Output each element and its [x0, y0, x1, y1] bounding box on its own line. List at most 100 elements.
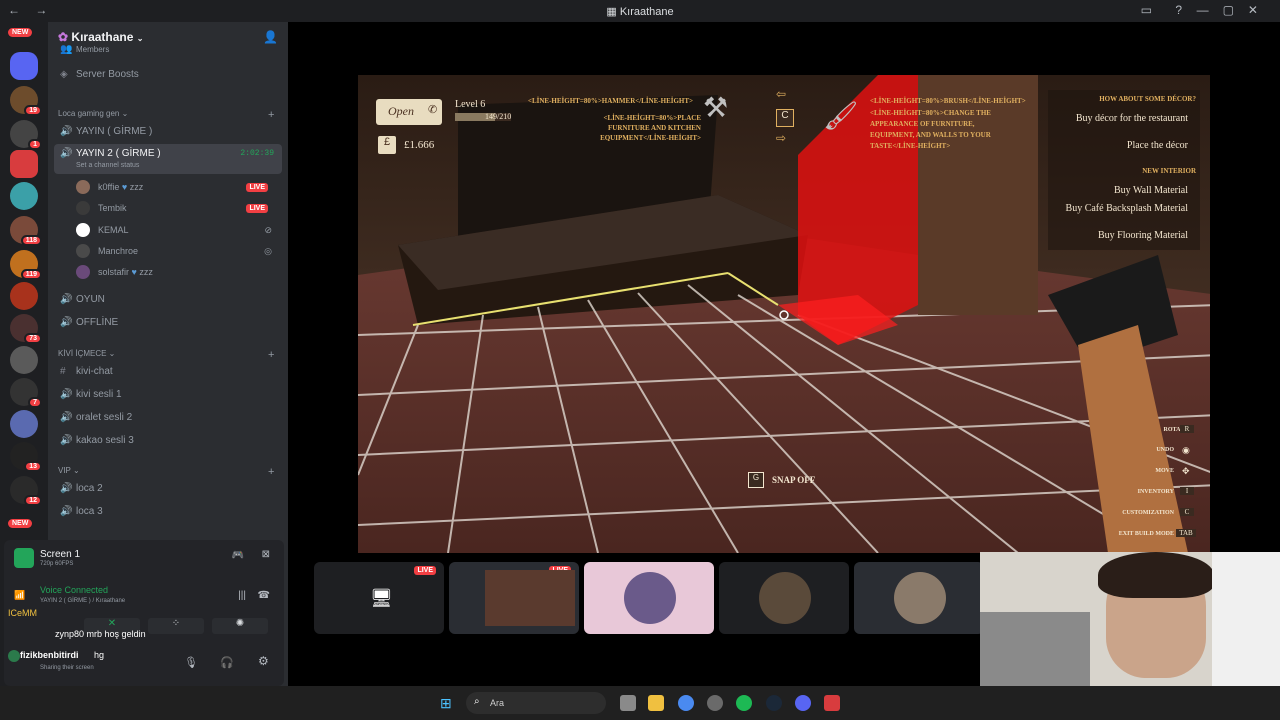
noise-suppression-icon[interactable]: ||| [238, 590, 246, 601]
add-channel-icon[interactable]: + [268, 109, 274, 121]
title-bar: ← → ▦ Kıraathane ▭ ? —▢✕ [0, 0, 1280, 22]
channel-offline[interactable]: 🔊 OFFLİNE [54, 312, 282, 332]
channel-oyun[interactable]: 🔊 OYUN [54, 289, 282, 309]
inbox-help-icons[interactable]: ▭ ? [1141, 3, 1192, 17]
currency-icon: £ [378, 136, 396, 154]
spotify-icon[interactable] [736, 695, 752, 711]
server-icon[interactable] [10, 52, 38, 80]
taskbar-search[interactable]: ⌕ Ara [466, 692, 606, 714]
microphone-icon[interactable]: 🎙 [184, 656, 198, 669]
disconnect-icon[interactable]: ☎ [258, 590, 270, 601]
mention-badge: 1 [28, 139, 42, 150]
task-view-icon[interactable] [620, 695, 636, 711]
channel-server-boosts[interactable]: ◈ Server Boosts [54, 64, 282, 84]
live-badge: LIVE [414, 566, 436, 575]
channel-label: oralet sesli 2 [76, 411, 133, 423]
screen-share-quality: 720p 60FPS [40, 561, 74, 567]
voice-user[interactable]: k0ffie ♥ zzz LIVE [76, 177, 282, 197]
app-icon[interactable] [707, 695, 723, 711]
brush-tooltip-title: <LİNE-HEİGHT=80%>BRUSH</LİNE-HEİGHT> [870, 97, 1026, 105]
user-name: solstafir [98, 267, 130, 277]
discord-icon[interactable] [795, 695, 811, 711]
server-icon[interactable] [10, 150, 38, 178]
server-icon[interactable]: 19 [10, 86, 42, 116]
channel-yayin[interactable]: 🔊 YAYIN ( GİRME ) [54, 121, 282, 141]
participant-tile[interactable] [719, 562, 849, 634]
speaker-icon: 🔊 [60, 482, 73, 494]
steam-icon[interactable] [766, 695, 782, 711]
server-icon[interactable]: 73 [10, 314, 42, 344]
category-vip[interactable]: VIP ⌄ + [58, 466, 274, 478]
open-sign[interactable]: Open ✆ [376, 99, 442, 125]
effects-button[interactable]: ✺ [212, 618, 268, 634]
stop-stream-icon[interactable]: ⊠ [262, 549, 270, 560]
add-channel-icon[interactable]: + [268, 349, 274, 361]
hammer-icon[interactable]: ⚒ [703, 91, 728, 125]
category-kivi[interactable]: KİVİ İÇMECE ⌄ + [58, 349, 274, 361]
speaker-icon: 🔊 [60, 411, 73, 423]
invite-icon[interactable]: 👤 [263, 30, 278, 44]
server-icon[interactable] [10, 182, 38, 210]
channel-loca-2[interactable]: 🔊 loca 2 [54, 478, 282, 498]
server-icon[interactable]: 13 [10, 442, 42, 472]
hashtag-icon: # [60, 365, 66, 377]
speaker-icon: 🔊 [60, 388, 73, 400]
window-controls[interactable]: —▢✕ [1197, 3, 1272, 17]
channel-label: YAYIN ( GİRME ) [76, 125, 153, 137]
brush-icon[interactable]: 🖌 [823, 99, 859, 133]
channel-loca-3[interactable]: 🔊 loca 3 [54, 501, 282, 521]
server-icon[interactable]: 1 [10, 120, 42, 150]
user-name[interactable]: fizikbenbitirdi [20, 650, 79, 660]
voice-user[interactable]: Tembik LIVE [76, 198, 282, 218]
control-label: MOVE [1155, 468, 1174, 474]
avatar [894, 572, 946, 624]
user-name: Manchroe [98, 246, 139, 256]
channel-yayin-2[interactable]: 🔊 YAYIN 2 ( GİRME ) 2:02:39 Set a channe… [54, 144, 282, 174]
objective-item: Place the décor [1126, 140, 1188, 151]
voice-user[interactable]: Manchroe ◎ [76, 241, 282, 261]
soundboard-button[interactable]: ⁘ [148, 618, 204, 634]
user-name: KEMAL [98, 225, 129, 235]
channel-kivi-chat[interactable]: # kivi-chat [54, 361, 282, 381]
server-icon[interactable] [10, 346, 38, 374]
channel-members[interactable]: 👥 Members [54, 44, 282, 54]
participant-tile[interactable] [854, 562, 984, 634]
new-badge: NEW [8, 519, 33, 528]
add-channel-icon[interactable]: + [268, 466, 274, 478]
arrow-left-icon: ⇦ [776, 87, 787, 101]
server-icon[interactable]: 119 [10, 250, 42, 280]
participant-tile[interactable] [584, 562, 714, 634]
headphones-icon[interactable]: 🎧 [220, 656, 234, 669]
channel-label: Server Boosts [76, 68, 139, 80]
channel-oralet[interactable]: 🔊 oralet sesli 2 [54, 407, 282, 427]
file-explorer-icon[interactable] [648, 695, 664, 711]
screen-icon: 🖥 [370, 588, 393, 608]
category-loca[interactable]: Loca gaming gen ⌄ + [58, 109, 274, 121]
voice-channel-path: YAYIN 2 ( GİRME ) / Kıraathane [40, 598, 126, 604]
speaker-icon: 🔊 [60, 505, 73, 517]
avatar [76, 223, 90, 237]
webcam-wall [1212, 552, 1280, 686]
category-label: KİVİ İÇMECE [58, 349, 107, 358]
channel-kivi-sesli[interactable]: 🔊 kivi sesli 1 [54, 384, 282, 404]
search-placeholder: Ara [490, 698, 505, 708]
server-icon[interactable] [10, 410, 38, 438]
start-icon[interactable]: ⊞ [440, 695, 452, 712]
chrome-icon[interactable] [678, 695, 694, 711]
avatar[interactable] [8, 650, 20, 662]
stream-video[interactable]: Open ✆ Level 6 149/210 £ £1.666 <LİNE-HE… [358, 75, 1210, 553]
channel-kakao[interactable]: 🔊 kakao sesli 3 [54, 430, 282, 450]
participant-tile[interactable]: LIVE 🖥 [314, 562, 444, 634]
server-icon[interactable]: 118 [10, 216, 42, 246]
voice-user[interactable]: KEMAL ⊘ [76, 220, 282, 240]
gamepad-icon[interactable]: 🎮 [232, 550, 244, 561]
app-icon[interactable] [824, 695, 840, 711]
server-badge-icon: ✿ [58, 30, 69, 44]
participant-tile[interactable]: LIVE [449, 562, 579, 634]
voice-user[interactable]: solstafir ♥ zzz [76, 262, 282, 282]
server-icon[interactable] [10, 282, 38, 310]
server-icon[interactable]: 12 [10, 476, 42, 506]
server-icon[interactable]: 7 [10, 378, 42, 408]
control-key: I [1180, 487, 1194, 495]
gear-icon[interactable]: ⚙ [258, 654, 269, 668]
